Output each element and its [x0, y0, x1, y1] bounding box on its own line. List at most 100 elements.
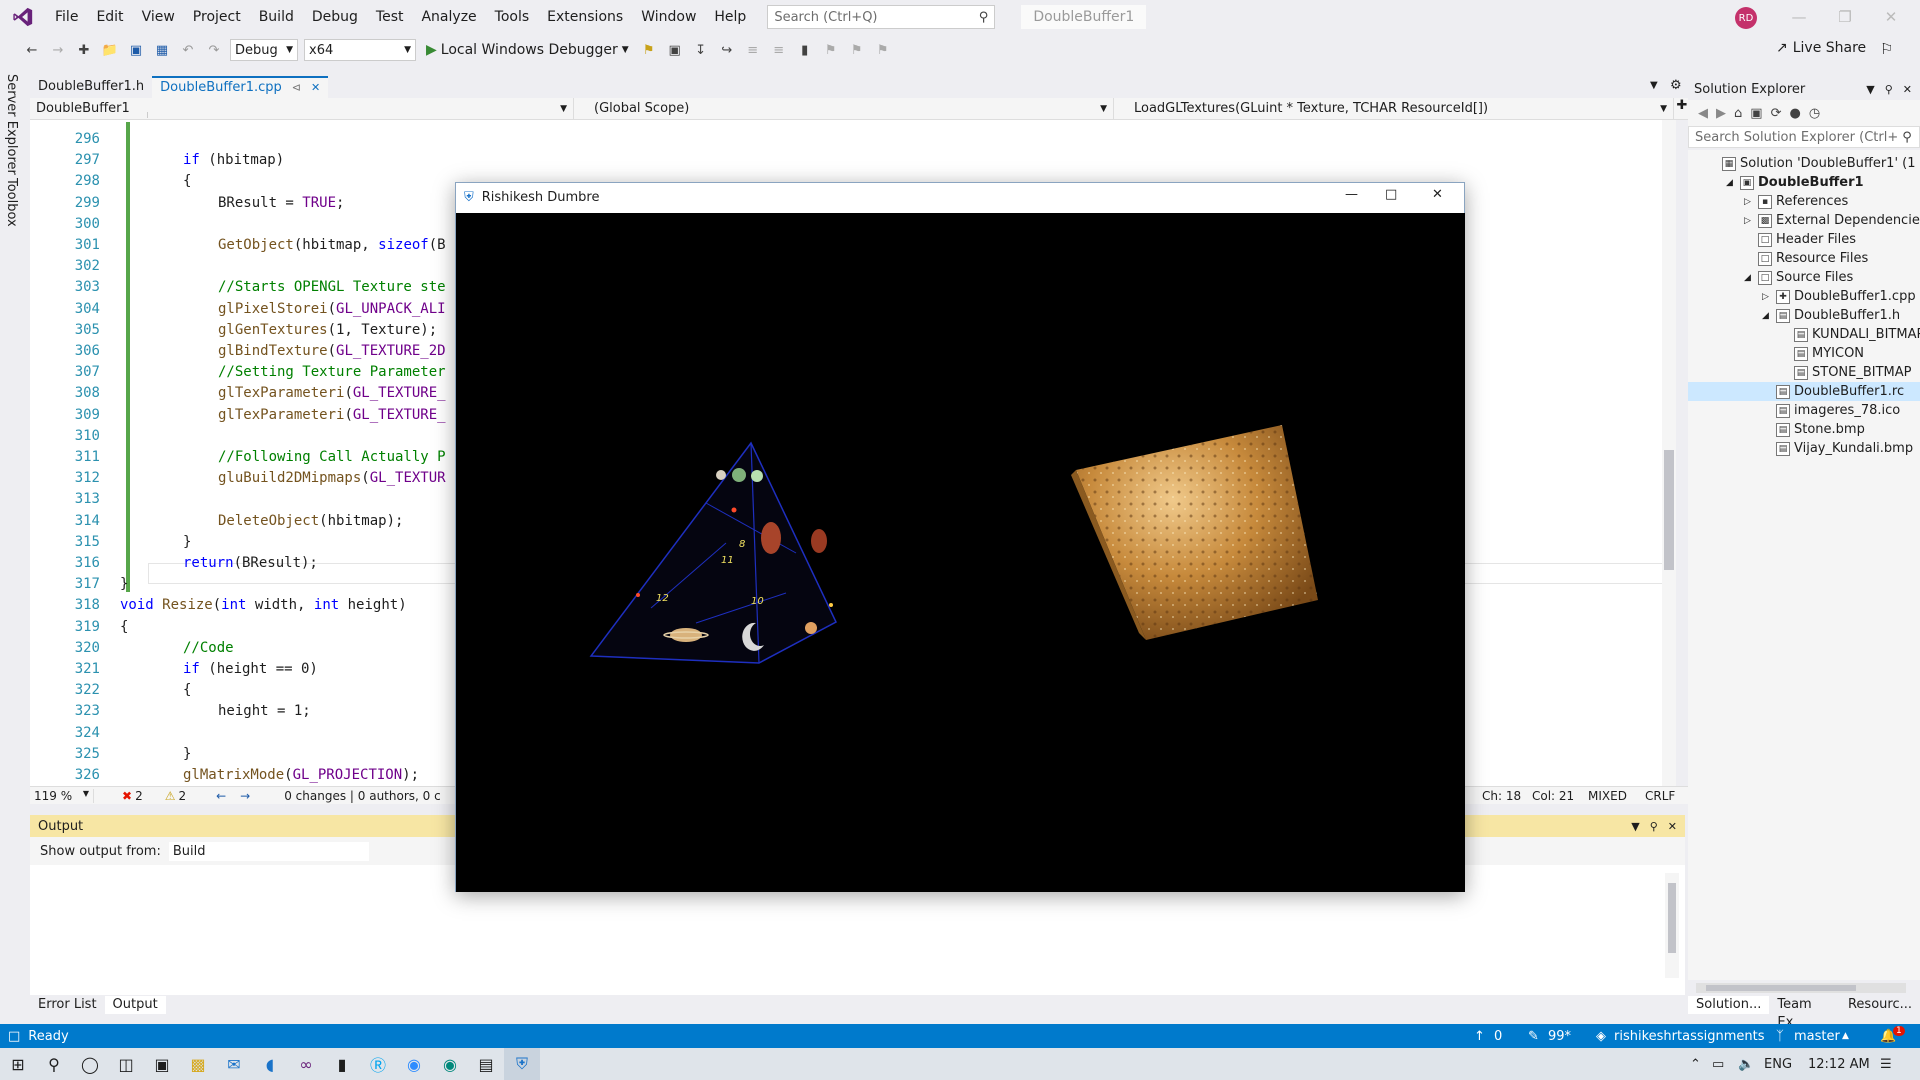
indent-mode[interactable]: MIXED — [1588, 789, 1627, 803]
branch-name[interactable]: master — [1794, 1029, 1840, 1044]
sync-icon[interactable]: ⟳ — [1771, 106, 1782, 121]
expand-toggle-icon[interactable]: ◢ — [1726, 178, 1736, 188]
platform-select[interactable]: x64 ▼ — [304, 39, 416, 61]
save-icon[interactable]: ▣ — [126, 40, 146, 60]
bookmark-icon[interactable]: ▮ — [795, 40, 815, 60]
pending-changes-icon[interactable]: ◷ — [1809, 106, 1820, 121]
forward-icon[interactable]: ▶ — [1716, 106, 1726, 121]
home-icon[interactable]: ⌂ — [1734, 106, 1742, 121]
step-into-icon[interactable]: ↧ — [691, 40, 711, 60]
scroll-thumb[interactable] — [1668, 883, 1676, 953]
save-all-icon[interactable]: ▦ — [152, 40, 172, 60]
back-icon[interactable]: ← — [22, 40, 42, 60]
tree-item[interactable]: ▷ ✚ DoubleBuffer1.cpp — [1762, 287, 1916, 306]
expand-toggle-icon[interactable]: ▷ — [1762, 292, 1772, 302]
error-icon[interactable]: ✖ — [122, 789, 132, 803]
tree-item[interactable]: ▤ Stone.bmp — [1762, 420, 1865, 439]
skype-icon[interactable]: Ⓡ — [360, 1048, 396, 1080]
windows-start-icon[interactable]: ⊞ — [0, 1048, 36, 1080]
pin-icon[interactable]: ⚲ — [1650, 820, 1658, 833]
restore-icon[interactable]: ❐ — [1822, 0, 1868, 34]
switch-views-icon[interactable]: ▣ — [1750, 106, 1762, 121]
tree-item[interactable]: ▤ MYICON — [1780, 344, 1864, 363]
tab-doublebuffer1-cpp[interactable]: DoubleBuffer1.cpp ⊲ ✕ — [152, 76, 329, 99]
app-window-titlebar[interactable]: ⛨ Rishikesh Dumbre — □ ✕ — [456, 183, 1464, 212]
language-indicator[interactable]: ENG — [1764, 1057, 1792, 1072]
feedback-icon[interactable]: ⚐ — [1880, 40, 1893, 58]
push-arrow-icon[interactable]: ↑ — [1474, 1029, 1485, 1044]
minimize-icon[interactable]: — — [1776, 0, 1822, 34]
pin-icon[interactable]: ⊲ — [292, 77, 301, 99]
tree-item[interactable]: ▷ ▪ References — [1744, 192, 1848, 211]
tree-item[interactable]: □ Header Files — [1744, 230, 1856, 249]
store-icon[interactable]: ▣ — [144, 1048, 180, 1080]
cortana-icon[interactable]: ◯ — [72, 1048, 108, 1080]
terminal-icon[interactable]: ▮ — [324, 1048, 360, 1080]
editor-vertical-scrollbar[interactable] — [1662, 120, 1676, 786]
tree-item[interactable]: ◢ ▤ DoubleBuffer1.h — [1762, 306, 1900, 325]
app-close-icon[interactable]: ✕ — [1432, 187, 1443, 202]
redo-icon[interactable]: ↷ — [204, 40, 224, 60]
output-source-select[interactable]: Build — [168, 841, 369, 861]
menu-debug[interactable]: Debug — [303, 0, 367, 34]
outdent-icon[interactable]: ≡ — [769, 40, 789, 60]
configuration-select[interactable]: Debug ▼ — [230, 39, 298, 61]
live-share-button[interactable]: ↗ Live Share — [1776, 40, 1866, 56]
menu-analyze[interactable]: Analyze — [412, 0, 485, 34]
menu-window[interactable]: Window — [632, 0, 705, 34]
indent-icon[interactable]: ≡ — [743, 40, 763, 60]
close-icon[interactable]: ✕ — [1903, 83, 1912, 96]
toolbox-tab[interactable]: Toolbox — [4, 178, 19, 227]
prev-bookmark-icon[interactable]: ⚑ — [821, 40, 841, 60]
app-minimize-icon[interactable]: — — [1345, 187, 1358, 202]
clear-bookmarks-icon[interactable]: ⚑ — [873, 40, 893, 60]
menu-view[interactable]: View — [133, 0, 184, 34]
expand-toggle-icon[interactable]: ◢ — [1744, 273, 1754, 283]
next-bookmark-icon[interactable]: ⚑ — [847, 40, 867, 60]
menu-help[interactable]: Help — [705, 0, 755, 34]
tree-item[interactable]: ▦ Solution 'DoubleBuffer1' (1 of 1 — [1708, 154, 1920, 173]
menu-edit[interactable]: Edit — [87, 0, 132, 34]
tray-chevron-up-icon[interactable]: ⌃ — [1690, 1057, 1701, 1072]
forward-icon[interactable]: → — [48, 40, 68, 60]
tree-item[interactable]: ▤ STONE_BITMAP — [1780, 363, 1912, 382]
tree-item[interactable]: □ Resource Files — [1744, 249, 1868, 268]
scroll-thumb[interactable] — [1664, 450, 1674, 570]
menu-file[interactable]: File — [46, 0, 87, 34]
tab-resource-view[interactable]: Resourc... — [1840, 996, 1920, 1014]
menu-tools[interactable]: Tools — [486, 0, 539, 34]
new-project-icon[interactable]: ✚ — [74, 40, 94, 60]
back-icon[interactable]: ◀ — [1698, 106, 1708, 121]
visual-studio-logo-icon[interactable] — [0, 0, 46, 34]
repo-icon[interactable]: ◈ — [1596, 1029, 1606, 1044]
tree-item[interactable]: ▤ KUNDALI_BITMAP — [1780, 325, 1920, 344]
tree-item[interactable]: ▷ ▩ External Dependencies — [1744, 211, 1920, 230]
tree-item[interactable]: ▤ DoubleBuffer1.rc — [1688, 382, 1920, 401]
pencil-icon[interactable]: ✎ — [1528, 1029, 1539, 1044]
step-over-icon[interactable]: ↪ — [717, 40, 737, 60]
close-icon[interactable]: ✕ — [1868, 0, 1914, 34]
tree-item[interactable]: ◢ □ Source Files — [1744, 268, 1853, 287]
close-tab-icon[interactable]: ✕ — [311, 77, 320, 99]
running-app-shield-icon[interactable]: ⛨ — [504, 1048, 540, 1080]
line-endings[interactable]: CRLF — [1645, 789, 1675, 803]
tab-error-list[interactable]: Error List — [30, 996, 105, 1014]
avatar[interactable]: RD — [1735, 7, 1757, 29]
mail-icon[interactable]: ✉ — [216, 1048, 252, 1080]
warning-icon[interactable]: ⚠ — [165, 789, 176, 803]
opengl-render-canvas[interactable]: 11 12 10 8 — [456, 213, 1465, 892]
diagnostics-icon[interactable]: ⚑ — [639, 40, 659, 60]
start-debugging-button[interactable]: ▶ Local Windows Debugger ▼ — [422, 42, 633, 58]
menu-test[interactable]: Test — [367, 0, 413, 34]
chevron-down-icon[interactable]: ▼ — [1631, 820, 1639, 833]
opengl-app-window[interactable]: ⛨ Rishikesh Dumbre — □ ✕ 11 12 10 8 — [455, 182, 1465, 892]
file-explorer-icon[interactable]: ▩ — [180, 1048, 216, 1080]
expand-toggle-icon[interactable]: ▷ — [1744, 216, 1754, 226]
tab-overflow-chevron-down-icon[interactable]: ▼ — [1650, 80, 1658, 91]
battery-icon[interactable]: ▭ — [1712, 1057, 1724, 1072]
prev-issue-icon[interactable]: ← — [216, 789, 226, 803]
tree-item[interactable]: ▤ imageres_78.ico — [1762, 401, 1900, 420]
action-center-icon[interactable]: ☰ — [1880, 1057, 1892, 1072]
tab-team-explorer[interactable]: Team Ex... — [1769, 996, 1840, 1030]
chevron-up-icon[interactable]: ▲ — [1842, 1031, 1849, 1041]
